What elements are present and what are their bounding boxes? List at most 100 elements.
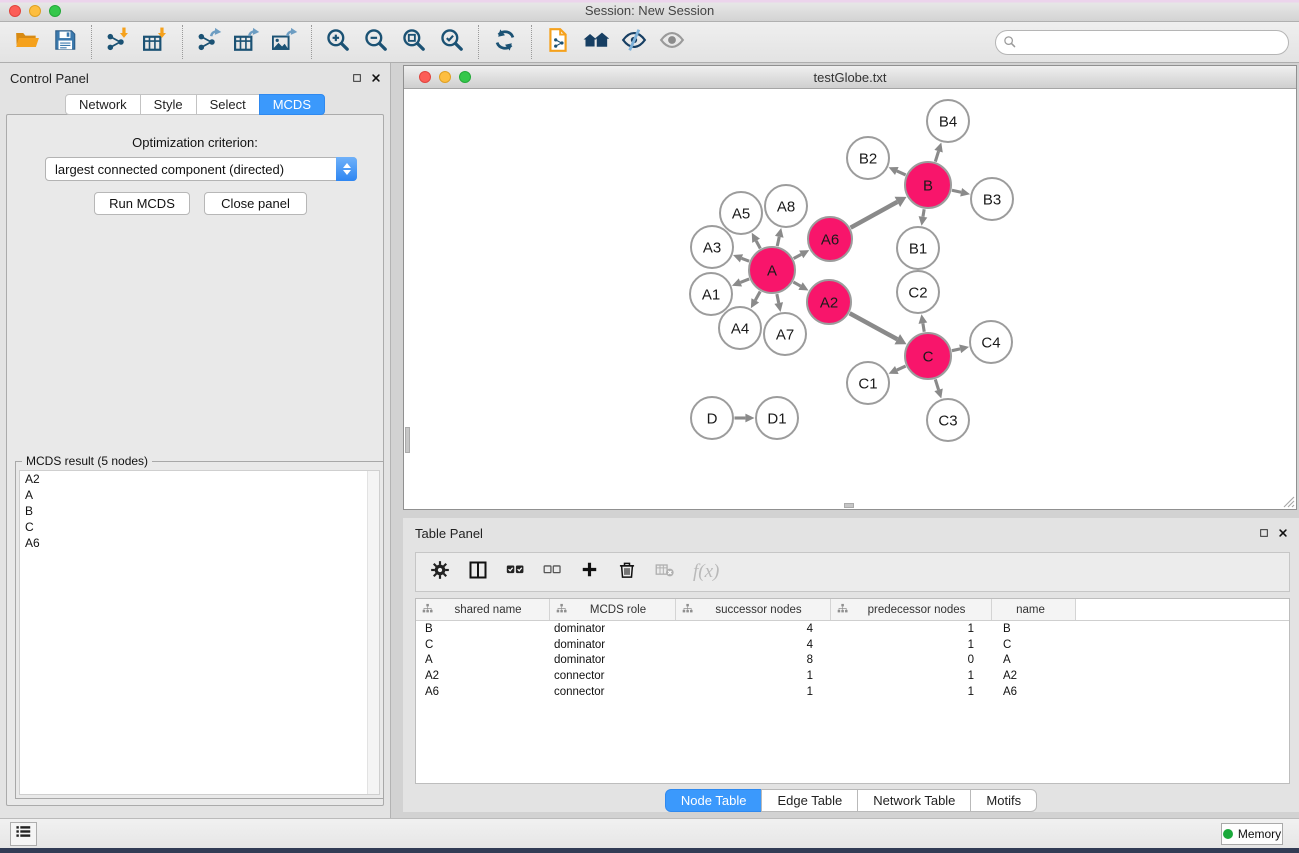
table-row[interactable]: Bdominator41B <box>416 621 1289 637</box>
export-image-button[interactable] <box>266 24 304 60</box>
graph-node-label: A7 <box>776 326 794 343</box>
network-horizontal-scrollbar[interactable] <box>844 503 854 508</box>
save-session-button[interactable] <box>46 24 84 60</box>
edge-C-C3[interactable] <box>935 379 938 389</box>
table-row[interactable]: Adominator80A <box>416 653 1289 669</box>
import-network-button[interactable] <box>99 24 137 60</box>
result-list-item[interactable]: B <box>20 503 379 519</box>
graph-node-label: A <box>767 262 777 279</box>
edge-A-A1[interactable] <box>740 279 749 282</box>
result-list-item[interactable]: A6 <box>20 535 379 551</box>
edge-A-A8[interactable] <box>777 237 779 246</box>
column-header-predecessor-nodes[interactable]: predecessor nodes <box>831 599 992 620</box>
open-session-button[interactable] <box>8 24 46 60</box>
toolbar-separator <box>478 25 479 59</box>
edge-arrowhead <box>934 389 942 399</box>
tab-network[interactable]: Network <box>65 94 141 115</box>
refresh-button[interactable] <box>486 24 524 60</box>
import-table-button[interactable] <box>137 24 175 60</box>
table-row[interactable]: A6connector11A6 <box>416 684 1289 700</box>
memory-button[interactable]: Memory <box>1221 823 1283 845</box>
graph-node-label: C4 <box>981 334 1000 351</box>
network-vertical-scrollbar[interactable] <box>405 427 410 453</box>
export-network-button[interactable] <box>190 24 228 60</box>
tab-edge-table[interactable]: Edge Table <box>761 789 858 812</box>
edge-A-A3[interactable] <box>742 258 750 261</box>
deselect-all-button[interactable] <box>543 560 562 584</box>
column-header-MCDS-role[interactable]: MCDS role <box>550 599 676 620</box>
column-header-shared-name[interactable]: shared name <box>416 599 550 620</box>
zoom-fit-button[interactable] <box>395 24 433 60</box>
edge-B-B4[interactable] <box>935 151 938 161</box>
eye-icon <box>659 27 685 58</box>
zoom-out-button[interactable] <box>357 24 395 60</box>
criterion-select[interactable]: largest connected component (directed) <box>45 157 357 181</box>
delete-button[interactable] <box>617 560 637 585</box>
result-list-item[interactable]: A <box>20 487 379 503</box>
network-window-titlebar[interactable]: testGlobe.txt <box>404 66 1296 89</box>
edge-B-B3[interactable] <box>952 190 961 192</box>
search-input[interactable] <box>995 30 1289 55</box>
table-row[interactable]: Cdominator41C <box>416 637 1289 653</box>
graph-node-label: B <box>923 177 933 194</box>
edge-arrowhead <box>774 302 783 312</box>
export-image-icon <box>272 27 298 58</box>
run-mcds-button[interactable]: Run MCDS <box>94 192 190 215</box>
close-panel-icon[interactable] <box>370 72 382 84</box>
gear-button[interactable] <box>430 560 450 585</box>
edge-arrowhead <box>960 188 970 197</box>
edge-A-A6[interactable] <box>794 254 802 258</box>
graph-node-label: A3 <box>703 239 721 256</box>
zoom-out-icon <box>363 27 389 58</box>
toolbar-separator <box>311 25 312 59</box>
houses-button[interactable] <box>577 24 615 60</box>
eye-slash-button[interactable] <box>615 24 653 60</box>
add-button[interactable] <box>580 560 599 584</box>
column-header-name[interactable]: name <box>992 599 1076 620</box>
graph-node-label: D1 <box>767 410 786 427</box>
table-cell: dominator <box>550 639 676 651</box>
edge-A-A4[interactable] <box>755 291 760 300</box>
column-label: MCDS role <box>567 604 675 616</box>
table-cell: C <box>992 639 1076 651</box>
tab-network-table[interactable]: Network Table <box>857 789 971 812</box>
edge-A-A5[interactable] <box>756 241 760 249</box>
tab-mcds[interactable]: MCDS <box>259 94 325 115</box>
columns-button[interactable] <box>468 560 488 585</box>
result-list-item[interactable]: A2 <box>20 471 379 487</box>
document-network-button[interactable] <box>539 24 577 60</box>
edge-C-C1[interactable] <box>897 366 906 370</box>
close-panel-button[interactable]: Close panel <box>204 192 307 215</box>
task-history-button[interactable] <box>10 822 37 846</box>
edge-A6-B[interactable] <box>851 202 898 228</box>
edge-A2-C[interactable] <box>850 313 898 339</box>
edge-A-A7[interactable] <box>777 294 779 303</box>
edge-A-A2[interactable] <box>793 282 800 286</box>
column-header-successor-nodes[interactable]: successor nodes <box>676 599 831 620</box>
edge-C-C2[interactable] <box>923 323 924 332</box>
export-table-button[interactable] <box>228 24 266 60</box>
zoom-in-button[interactable] <box>319 24 357 60</box>
column-type-icon <box>837 603 848 617</box>
tab-select[interactable]: Select <box>196 94 260 115</box>
eye-button[interactable] <box>653 24 691 60</box>
float-panel-icon[interactable] <box>351 72 363 84</box>
edge-B-B1[interactable] <box>923 209 924 217</box>
edge-B-B2[interactable] <box>897 171 906 175</box>
table-cell: 1 <box>676 686 831 698</box>
result-list-scrollbar[interactable] <box>367 471 379 794</box>
tab-style[interactable]: Style <box>140 94 197 115</box>
window-resize-grip[interactable] <box>1281 494 1295 508</box>
network-canvas[interactable]: B4B2BB3A5A8A6A3B1AA1C2A2A4A7C4CC1C3DD1 <box>404 89 1296 509</box>
tab-node-table[interactable]: Node Table <box>665 789 763 812</box>
table-row[interactable]: A2connector11A2 <box>416 668 1289 684</box>
export-table-icon <box>234 27 260 58</box>
close-table-panel-icon[interactable] <box>1277 527 1289 539</box>
result-list-item[interactable]: C <box>20 519 379 535</box>
table-panel-title: Table Panel <box>415 526 483 541</box>
tab-motifs[interactable]: Motifs <box>970 789 1037 812</box>
float-table-panel-icon[interactable] <box>1258 527 1270 539</box>
zoom-selected-button[interactable] <box>433 24 471 60</box>
edge-C-C4[interactable] <box>952 349 960 351</box>
select-all-button[interactable] <box>506 560 525 584</box>
